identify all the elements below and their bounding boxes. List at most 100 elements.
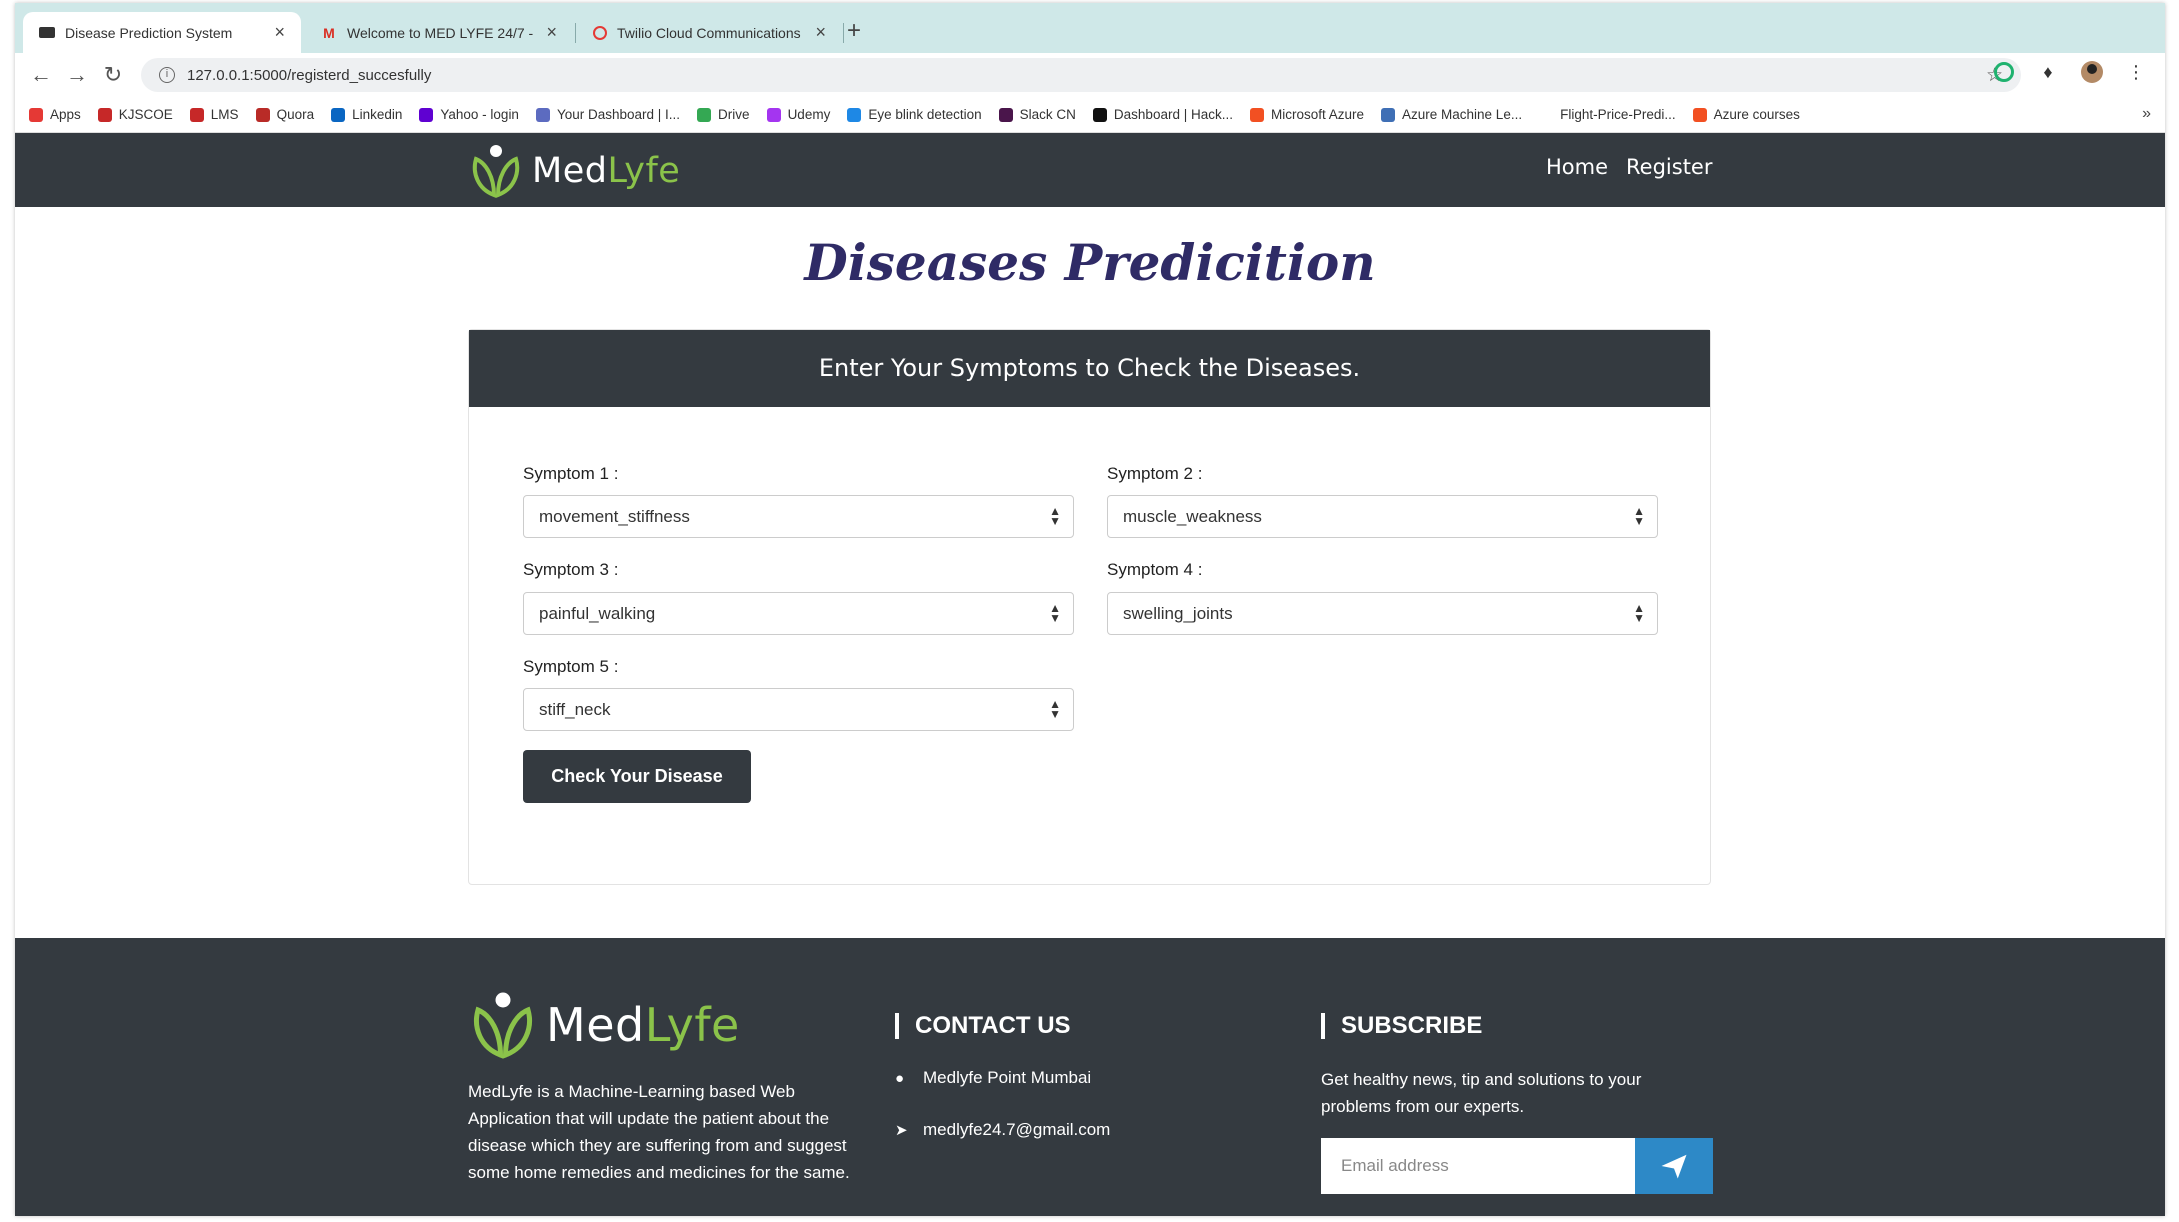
bookmark-item[interactable]: Linkedin — [331, 107, 402, 122]
bookmark-label: Microsoft Azure — [1270, 107, 1365, 122]
close-icon[interactable]: × — [815, 22, 826, 43]
symptom-5-select[interactable]: stiff_neck ▲ ▼ — [523, 688, 1074, 731]
card-header: Enter Your Symptoms to Check the Disease… — [469, 330, 1710, 407]
medlyfe-logo[interactable]: MedLyfe — [468, 143, 680, 199]
contact-address: ● Medlyfe Point Mumbai — [895, 1068, 1091, 1088]
symptom-3-label: Symptom 3 : — [523, 560, 619, 579]
bookmark-item[interactable]: Slack CN — [998, 107, 1076, 122]
email-text[interactable]: medlyfe24.7@gmail.com — [923, 1120, 1110, 1140]
bookmark-item[interactable]: Your Dashboard | I... — [535, 107, 680, 122]
select-arrows-icon: ▲ ▼ — [1049, 504, 1061, 528]
address-text: Medlyfe Point Mumbai — [923, 1068, 1092, 1087]
symptom-5-value: stiff_neck — [539, 699, 611, 719]
bookmark-label: Drive — [718, 107, 750, 122]
tab-separator — [843, 23, 844, 43]
select-arrows-icon: ▲ ▼ — [1049, 697, 1061, 721]
contact-heading: CONTACT US — [895, 1013, 1071, 1039]
back-icon[interactable]: ← — [23, 62, 59, 88]
bookmark-favicon-icon — [847, 107, 862, 122]
extensions-puzzle-icon[interactable]: ♦ — [2037, 61, 2059, 83]
tab-strip: Disease Prediction System × M Welcome to… — [15, 3, 2165, 53]
bookmark-item[interactable]: Udemy — [766, 107, 830, 122]
new-tab-button[interactable]: + — [847, 17, 861, 45]
symptom-4-select[interactable]: swelling_joints ▲ ▼ — [1107, 592, 1658, 635]
reload-icon[interactable]: ↻ — [95, 62, 131, 88]
symptom-1-value: movement_stiffness — [539, 506, 690, 526]
symptom-2-select[interactable]: muscle_weakness ▲ ▼ — [1107, 495, 1658, 538]
check-disease-button[interactable]: Check Your Disease — [523, 750, 751, 803]
symptom-1-select[interactable]: movement_stiffness ▲ ▼ — [523, 495, 1074, 538]
bookmark-favicon-icon — [697, 107, 712, 122]
bookmark-label: Dashboard | Hack... — [1113, 107, 1233, 122]
web-page: MedLyfe Home Register Diseases Prediciti… — [15, 133, 2165, 1216]
forward-icon[interactable]: → — [59, 62, 95, 88]
bookmark-favicon-icon — [1381, 107, 1396, 122]
map-pin-icon: ● — [895, 1069, 905, 1087]
bookmark-item[interactable]: Drive — [697, 107, 750, 122]
bookmark-label: Eye blink detection — [868, 107, 982, 122]
symptom-form-card: Enter Your Symptoms to Check the Disease… — [468, 329, 1711, 885]
tab-twilio[interactable]: Twilio Cloud Communications | × — [577, 12, 842, 53]
leaf-logo-icon — [474, 992, 532, 1059]
tab-disease-prediction[interactable]: Disease Prediction System × — [23, 12, 301, 53]
tab-title: Welcome to MED LYFE 24/7 - … — [347, 24, 537, 41]
nav-home-link[interactable]: Home — [1546, 155, 1608, 179]
subscribe-button[interactable] — [1635, 1138, 1713, 1194]
bookmarks-bar: Apps KJSCOE LMS Quora Linkedin Yahoo - login Y… — [15, 97, 2165, 133]
extension-icons: ♦ ⋮ — [1993, 61, 2147, 83]
bookmark-favicon-icon — [535, 107, 550, 122]
bookmark-item[interactable]: Microsoft Azure — [1249, 107, 1365, 122]
address-bar[interactable]: i 127.0.0.1:5000/registerd_succesfully ☆ — [141, 58, 2021, 92]
brand-name: MedLyfe — [546, 998, 740, 1052]
page-icon — [39, 27, 55, 38]
symptom-5-label: Symptom 5 : — [523, 657, 619, 676]
site-footer: MedLyfe MedLyfe is a Machine-Learning ba… — [15, 938, 2165, 1216]
menu-kebab-icon[interactable]: ⋮ — [2125, 61, 2147, 83]
bookmarks-overflow-icon[interactable]: » — [2142, 105, 2151, 123]
bookmark-item[interactable]: Dashboard | Hack... — [1092, 107, 1233, 122]
twilio-icon — [593, 25, 607, 40]
tab-medlyfe-gmail[interactable]: M Welcome to MED LYFE 24/7 - … × — [305, 12, 573, 53]
bookmark-label: Azure courses — [1713, 107, 1800, 122]
browser-window: Disease Prediction System × M Welcome to… — [15, 3, 2165, 1216]
nav-register-link[interactable]: Register — [1626, 155, 1712, 179]
subscribe-heading: SUBSCRIBE — [1321, 1013, 1482, 1039]
tab-title: Twilio Cloud Communications | — [617, 24, 806, 41]
bookmark-item[interactable]: LMS — [189, 107, 239, 122]
tab-separator — [575, 23, 576, 43]
grammarly-icon[interactable] — [1993, 61, 2015, 83]
site-navbar: MedLyfe Home Register — [15, 133, 2165, 207]
symptom-4-label: Symptom 4 : — [1107, 560, 1203, 579]
bookmark-favicon-icon — [766, 107, 781, 122]
leaf-logo-icon — [472, 145, 520, 198]
contact-email[interactable]: ➤ medlyfe24.7@gmail.com — [895, 1120, 1110, 1140]
footer-medlyfe-logo[interactable]: MedLyfe — [468, 988, 740, 1062]
url-text: 127.0.0.1:5000/registerd_succesfully — [187, 66, 432, 84]
symptom-1-label: Symptom 1 : — [523, 464, 619, 483]
bookmark-item[interactable]: Quora — [255, 107, 314, 122]
symptom-3-select[interactable]: painful_walking ▲ ▼ — [523, 592, 1074, 635]
symptom-2-label: Symptom 2 : — [1107, 464, 1203, 483]
bookmark-favicon-icon — [189, 107, 204, 122]
subscribe-text: Get healthy news, tip and solutions to y… — [1321, 1070, 1642, 1116]
bookmark-label: Slack CN — [1019, 107, 1076, 122]
close-icon[interactable]: × — [274, 22, 285, 43]
bookmark-item[interactable]: Azure Machine Le... — [1381, 107, 1522, 122]
bookmark-item[interactable]: Apps — [29, 107, 81, 122]
bookmark-label: Azure Machine Le... — [1402, 107, 1523, 122]
bookmark-item[interactable]: Flight-Price-Predi... — [1539, 107, 1676, 122]
bookmark-item[interactable]: KJSCOE — [97, 107, 173, 122]
site-info-icon[interactable]: i — [159, 67, 175, 83]
select-arrows-icon: ▲ ▼ — [1633, 601, 1645, 625]
bookmark-favicon-icon — [29, 107, 43, 122]
bookmark-item[interactable]: Eye blink detection — [847, 107, 982, 122]
bookmark-label: Apps — [50, 107, 81, 122]
bookmark-label: Yahoo - login — [440, 107, 519, 122]
close-icon[interactable]: × — [546, 22, 557, 43]
email-input[interactable]: Email address — [1321, 1138, 1635, 1194]
bookmark-favicon-icon — [255, 107, 270, 122]
bookmark-item[interactable]: Yahoo - login — [419, 107, 519, 122]
bookmark-item[interactable]: Azure courses — [1692, 107, 1800, 122]
select-arrows-icon: ▲ ▼ — [1633, 504, 1645, 528]
profile-avatar[interactable] — [2081, 61, 2103, 83]
